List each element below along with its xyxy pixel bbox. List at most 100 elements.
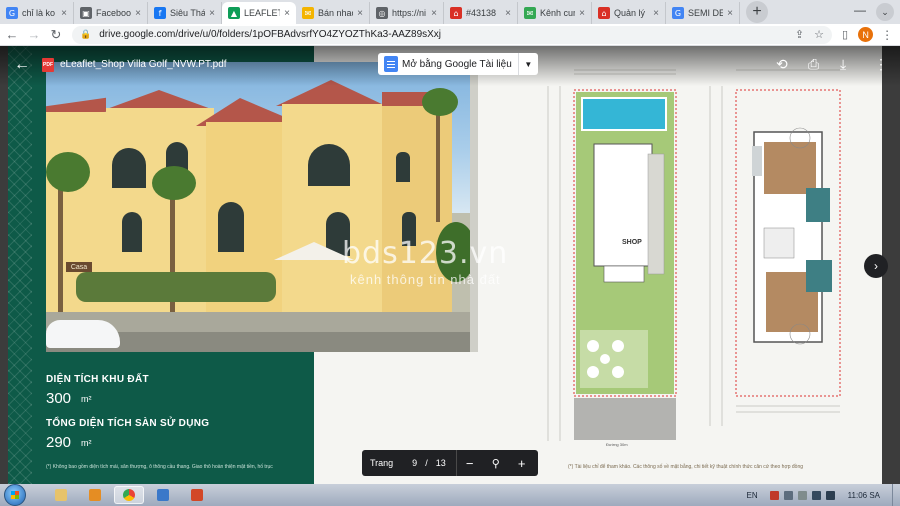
close-tab-icon[interactable]: × [353,8,363,19]
pdf-file-icon: PDF [42,58,54,72]
action-center-icon[interactable] [797,490,807,500]
plan-note-text: (*) Tài liệu chỉ để tham khảo. Các thông… [568,464,804,470]
browser-tab[interactable]: f Siêu Thá × [148,2,222,24]
tab-title: #43138 [466,8,497,18]
tab-title: Bán nhac [318,8,353,18]
house-icon: ⌂ [450,7,462,19]
google-drive-icon: ▲ [228,7,240,19]
tab-title: Facebook [96,8,131,18]
powerpoint-icon[interactable] [182,486,212,504]
tab-search-icon[interactable]: ⌄ [876,3,894,21]
street-label: Đường 30m [606,442,628,447]
tray-expand-icon[interactable] [783,490,793,500]
system-clock[interactable]: 11:06 SA [848,491,880,500]
tab-title: https://ni [392,8,427,18]
browser-tab[interactable]: ✉ Bán nhac × [296,2,370,24]
browser-tab[interactable]: G SEMI DE × [666,2,740,24]
pdf-viewer: Casa DIỆN TÍCH KHU ĐẤT 300 m² TỔNG DIỆN T… [0,46,900,484]
pdf-file-name: eLeaflet_Shop Villa Golf_NVW.PT.pdf [60,59,227,70]
open-with-dropdown-icon[interactable]: ▼ [517,53,538,75]
ground-floor-plan [547,69,677,441]
forward-icon[interactable]: → [24,25,44,45]
browser-tab[interactable]: ▣ Facebook× [74,2,148,24]
media-player-icon[interactable] [80,486,110,504]
address-bar[interactable]: 🔒 drive.google.com/drive/u/0/folders/1pO… [72,25,832,44]
network-tray-icon[interactable] [811,490,821,500]
reload-icon[interactable]: ↻ [46,25,66,45]
close-tab-icon[interactable]: × [57,8,67,19]
envelope-icon: ✉ [524,7,536,19]
print-icon[interactable]: ⎙ [808,56,819,73]
back-icon[interactable]: ← [2,25,22,45]
zoom-in-icon[interactable]: + [509,456,535,471]
start-button-icon[interactable] [4,484,26,506]
mail-icon: ✉ [302,7,314,19]
tab-title: SEMI DE [688,8,723,18]
antivirus-tray-icon[interactable] [769,490,779,500]
page-navigation-bar: Trang 9 / 13 − ⚲ + [362,450,538,476]
lock-icon[interactable]: 🔒 [80,29,91,40]
shop-room-label: SHOP [622,239,642,246]
bookmark-star-icon[interactable]: ☆ [814,28,824,41]
close-tab-icon[interactable]: × [501,8,511,19]
browser-tab[interactable]: ◎ https://ni × [370,2,444,24]
language-indicator[interactable]: EN [747,491,758,500]
close-tab-icon[interactable]: × [575,8,585,19]
upper-floor-plan [709,69,841,426]
page-separator: / [425,458,428,468]
show-desktop-button[interactable] [892,484,900,506]
browser-tab[interactable]: ⌂ #43138 × [444,2,518,24]
new-tab-button[interactable]: + [746,1,768,23]
browser-tab[interactable]: ✉ Kênh cun × [518,2,592,24]
window-minimize-icon[interactable]: — [854,3,866,17]
tab-title: Quản lý [614,8,646,18]
facebook-icon: f [154,7,166,19]
system-tray: EN 11:06 SA [747,484,900,506]
watermark-brand: bds123.vn [342,236,509,271]
share-icon[interactable]: ⇪ [795,28,804,41]
total-pages: 13 [435,458,446,468]
open-with-docs-button[interactable]: Mở bằng Google Tài liệu ▼ [378,53,538,75]
chrome-taskbar-icon[interactable] [114,486,144,504]
close-tab-icon[interactable]: × [649,8,659,19]
browser-tab[interactable]: Gchỉ là ko × [0,2,74,24]
tab-title: LEAFLET [244,8,280,18]
close-viewer-arrow-icon[interactable]: ← [14,56,30,74]
tab-title: Kênh cun [540,8,575,18]
window-icon: ▣ [80,7,92,19]
network-app-icon[interactable] [148,486,178,504]
google-docs-icon [384,56,398,72]
url-text[interactable]: drive.google.com/drive/u/0/folders/1pOFB… [99,29,785,40]
browser-tab-strip: Gchỉ là ko×▣Facebook×fSiêu Thá×▲LEAFLET×… [0,0,900,24]
browser-toolbar: ← → ↻ 🔒 drive.google.com/drive/u/0/folde… [0,24,900,46]
volume-tray-icon[interactable] [825,490,835,500]
google-icon: G [6,7,18,19]
zoom-out-icon[interactable]: − [457,456,483,471]
tab-title: Siêu Thá [170,8,205,18]
globe-icon: ◎ [376,7,388,19]
close-tab-icon[interactable]: × [723,8,733,19]
side-panel-icon[interactable]: ▯ [842,28,848,41]
next-file-chevron-icon[interactable]: › [864,254,888,278]
tab-title: chỉ là ko [22,8,56,18]
profile-avatar[interactable]: N [858,27,874,42]
viewer-more-icon[interactable]: ⋮ [874,56,888,73]
open-with-label: Mở bằng Google Tài liệu [402,58,512,70]
download-icon[interactable]: ⤓ [840,56,846,73]
browser-tab[interactable]: ⌂ Quản lý × [592,2,666,24]
google-icon: G [672,7,684,19]
current-page-input[interactable]: 9 [407,458,417,468]
close-tab-icon[interactable]: × [131,8,141,19]
file-explorer-icon[interactable] [46,486,76,504]
browser-tab[interactable]: ▲ LEAFLET × [222,2,296,24]
close-tab-icon[interactable]: × [427,8,437,19]
zoom-search-icon[interactable]: ⚲ [483,457,509,470]
windows-taskbar: EN 11:06 SA [0,484,900,506]
close-tab-icon[interactable]: × [205,8,215,19]
browser-menu-icon[interactable]: ⋮ [881,28,893,42]
house-icon: ⌂ [598,7,610,19]
watermark-tagline: kênh thông tin nhà đất [350,272,501,287]
close-tab-icon[interactable]: × [280,8,290,19]
add-shortcut-icon[interactable]: ⟲ [776,56,788,73]
page-label: Trang [370,458,394,468]
